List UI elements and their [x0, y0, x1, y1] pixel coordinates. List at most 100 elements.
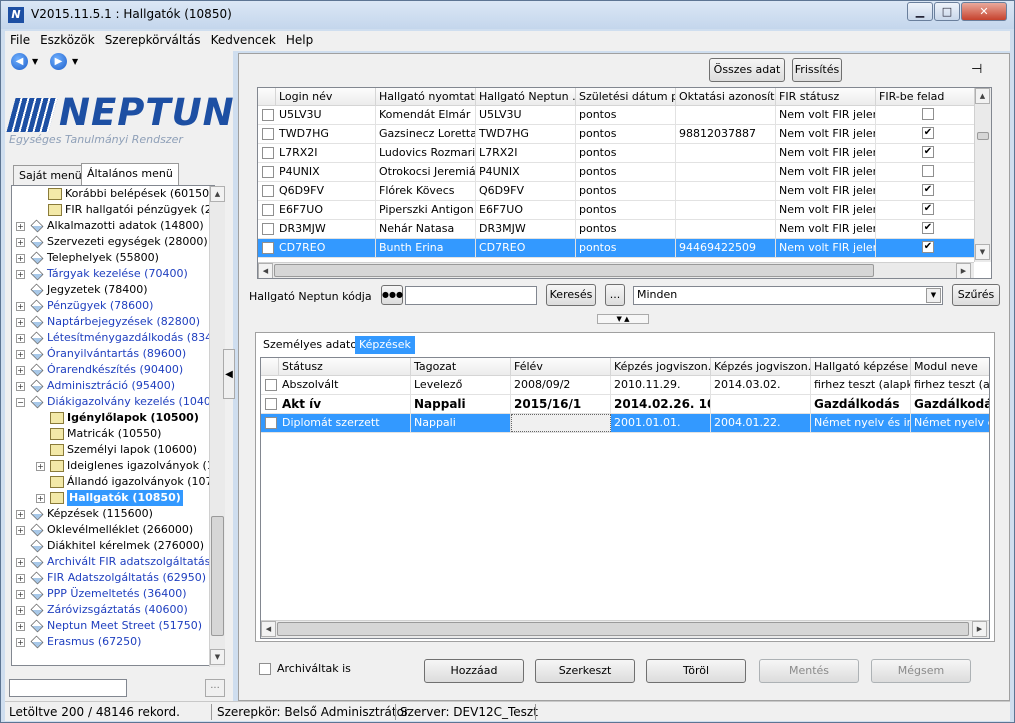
table-row[interactable]: Diplomát szerzett Nappali 2001.01.01. 2004.…: [261, 414, 989, 433]
splitter-toggle-icon[interactable]: ▼ ▲: [597, 314, 649, 324]
tree-item[interactable]: Korábbi belépések (60150): [12, 186, 214, 202]
expand-icon[interactable]: +: [16, 238, 25, 247]
tree-item[interactable]: + Óranyilvántartás (89600): [12, 346, 214, 362]
column-header[interactable]: Modul neve: [911, 358, 989, 376]
search-options-button[interactable]: ●●●: [381, 285, 403, 305]
table-row[interactable]: P4UNIX Otrokocsi Jeremiás P4UNIX pontos Nem …: [258, 163, 976, 182]
column-header[interactable]: Státusz: [279, 358, 411, 376]
tree-item[interactable]: + Szervezeti egységek (28000): [12, 234, 214, 250]
expand-icon[interactable]: +: [16, 254, 25, 263]
trainings-hscrollbar[interactable]: ◀ ▶: [261, 620, 989, 638]
tab-altalanos-menu[interactable]: Általános menü: [81, 163, 179, 185]
tree-filter-input[interactable]: [9, 679, 127, 697]
tree-item[interactable]: + Hallgatók (10850): [12, 490, 214, 506]
tree-item[interactable]: + Adminisztráció (95400): [12, 378, 214, 394]
torol-button[interactable]: Töröl: [646, 659, 746, 683]
filter-select[interactable]: Minden ▼: [633, 286, 943, 305]
row-checkbox[interactable]: [262, 223, 274, 235]
grid-scroll-down-icon[interactable]: ▼: [975, 244, 990, 260]
column-header[interactable]: Tagozat: [411, 358, 511, 376]
tree-item[interactable]: + Archivált FIR adatszolgáltatás (14: [12, 554, 214, 570]
column-header[interactable]: Hallgató Neptun ...: [476, 88, 576, 106]
expand-icon[interactable]: +: [36, 494, 45, 503]
row-checkbox[interactable]: [262, 166, 274, 178]
expand-icon[interactable]: +: [16, 526, 25, 535]
menu-eszkozok[interactable]: Eszközök: [35, 31, 100, 49]
back-icon[interactable]: ◀: [11, 53, 28, 70]
forward-icon[interactable]: ▶: [50, 53, 67, 70]
column-header[interactable]: Hallgató képzése: [811, 358, 911, 376]
close-button[interactable]: ✕: [961, 2, 1007, 21]
grid-vscrollbar[interactable]: ▲ ▼: [974, 88, 991, 262]
trainings-scroll-left-icon[interactable]: ◀: [261, 621, 276, 637]
archivaltak-checkbox[interactable]: [259, 663, 271, 675]
row-checkbox[interactable]: [262, 242, 274, 254]
tab-kepzesek[interactable]: Képzések: [355, 336, 415, 354]
tree-item[interactable]: + Oklevélmelléklet (266000): [12, 522, 214, 538]
scroll-up-icon[interactable]: ▲: [210, 186, 225, 202]
column-header[interactable]: Képzés jogviszon...: [711, 358, 811, 376]
grid-scroll-thumb[interactable]: [977, 132, 989, 140]
tree-item[interactable]: + Alkalmazotti adatok (14800): [12, 218, 214, 234]
menu-help[interactable]: Help: [281, 31, 318, 49]
expand-icon[interactable]: +: [16, 622, 25, 631]
grid-scroll-left-icon[interactable]: ◀: [258, 263, 273, 278]
table-row[interactable]: TWD7HG Gazsinecz Loretta TWD7HG pontos 98812…: [258, 125, 976, 144]
forward-dropdown-icon[interactable]: ▼: [72, 57, 78, 66]
tree-item[interactable]: Diákhitel kérelmek (276000): [12, 538, 214, 554]
table-row[interactable]: Akt ívNappali2015/16/12014.02.26. 10:3 Ga…: [261, 395, 989, 414]
table-row[interactable]: U5LV3U Komendát Elmár U5LV3U pontos Nem volt…: [258, 106, 976, 125]
expand-icon[interactable]: +: [16, 350, 25, 359]
tree-item[interactable]: + Záróvizsgáztatás (40600): [12, 602, 214, 618]
expand-icon[interactable]: +: [36, 462, 45, 471]
tree-item[interactable]: Matricák (10550): [12, 426, 214, 442]
tree-item[interactable]: Igénylőlapok (10500): [12, 410, 214, 426]
column-header[interactable]: FIR státusz: [776, 88, 876, 106]
fir-checkbox[interactable]: [922, 165, 934, 177]
minimize-button[interactable]: ▁: [907, 2, 933, 21]
fir-checkbox[interactable]: ✔: [922, 241, 934, 253]
expand-icon[interactable]: +: [16, 638, 25, 647]
row-checkbox[interactable]: [265, 379, 277, 391]
tree-item[interactable]: FIR hallgatói pénzügyek (2000: [12, 202, 214, 218]
table-row[interactable]: Abszolvált Levelező 2008/09/2 2010.11.29. 20…: [261, 376, 989, 395]
tree-item[interactable]: + Pénzügyek (78600): [12, 298, 214, 314]
back-dropdown-icon[interactable]: ▼: [32, 57, 38, 66]
fir-checkbox[interactable]: [922, 108, 934, 120]
table-row[interactable]: Q6D9FV Flórek Kövecs Q6D9FV pontos Nem volt …: [258, 182, 976, 201]
tree-item[interactable]: Állandó igazolványok (10700): [12, 474, 214, 490]
more-options-button[interactable]: ...: [605, 284, 625, 306]
tree-item[interactable]: + Telephelyek (55800): [12, 250, 214, 266]
tree-item[interactable]: + PPP Üzemeltetés (36400): [12, 586, 214, 602]
grid-scroll-up-icon[interactable]: ▲: [975, 88, 990, 104]
expand-icon[interactable]: +: [16, 558, 25, 567]
menu-kedvencek[interactable]: Kedvencek: [206, 31, 281, 49]
column-header[interactable]: Hallgató nyomtatá...: [376, 88, 476, 106]
pin-icon[interactable]: ⊣: [971, 62, 982, 77]
collapse-icon[interactable]: −: [16, 398, 25, 407]
maximize-button[interactable]: □: [934, 2, 960, 21]
column-header[interactable]: Félév: [511, 358, 611, 376]
neptun-code-search-input[interactable]: [405, 286, 537, 305]
hozzaad-button[interactable]: Hozzáad: [424, 659, 524, 683]
expand-icon[interactable]: +: [16, 366, 25, 375]
szerkeszt-button[interactable]: Szerkeszt: [535, 659, 635, 683]
szures-button[interactable]: Szűrés: [952, 284, 1000, 306]
mentes-button[interactable]: Mentés: [759, 659, 859, 683]
row-checkbox[interactable]: [262, 109, 274, 121]
grid-scroll-right-icon[interactable]: ▶: [956, 263, 971, 278]
column-header[interactable]: FIR-be felad: [876, 88, 976, 106]
expand-icon[interactable]: +: [16, 302, 25, 311]
expand-icon[interactable]: +: [16, 606, 25, 615]
fir-checkbox[interactable]: ✔: [922, 184, 934, 196]
row-checkbox[interactable]: [262, 128, 274, 140]
tree-item[interactable]: + Naptárbejegyzések (82800): [12, 314, 214, 330]
menu-szerepkorvaltas[interactable]: Szerepkörváltás: [100, 31, 206, 49]
grid-hscroll-thumb[interactable]: [274, 264, 874, 277]
row-checkbox[interactable]: [262, 147, 274, 159]
select-column-header[interactable]: [258, 88, 276, 106]
menu-file[interactable]: File: [5, 31, 35, 49]
tree-scrollbar[interactable]: ▲ ▼: [209, 186, 225, 667]
expand-icon[interactable]: +: [16, 574, 25, 583]
tree-item[interactable]: − Diákigazolvány kezelés (10400): [12, 394, 214, 410]
